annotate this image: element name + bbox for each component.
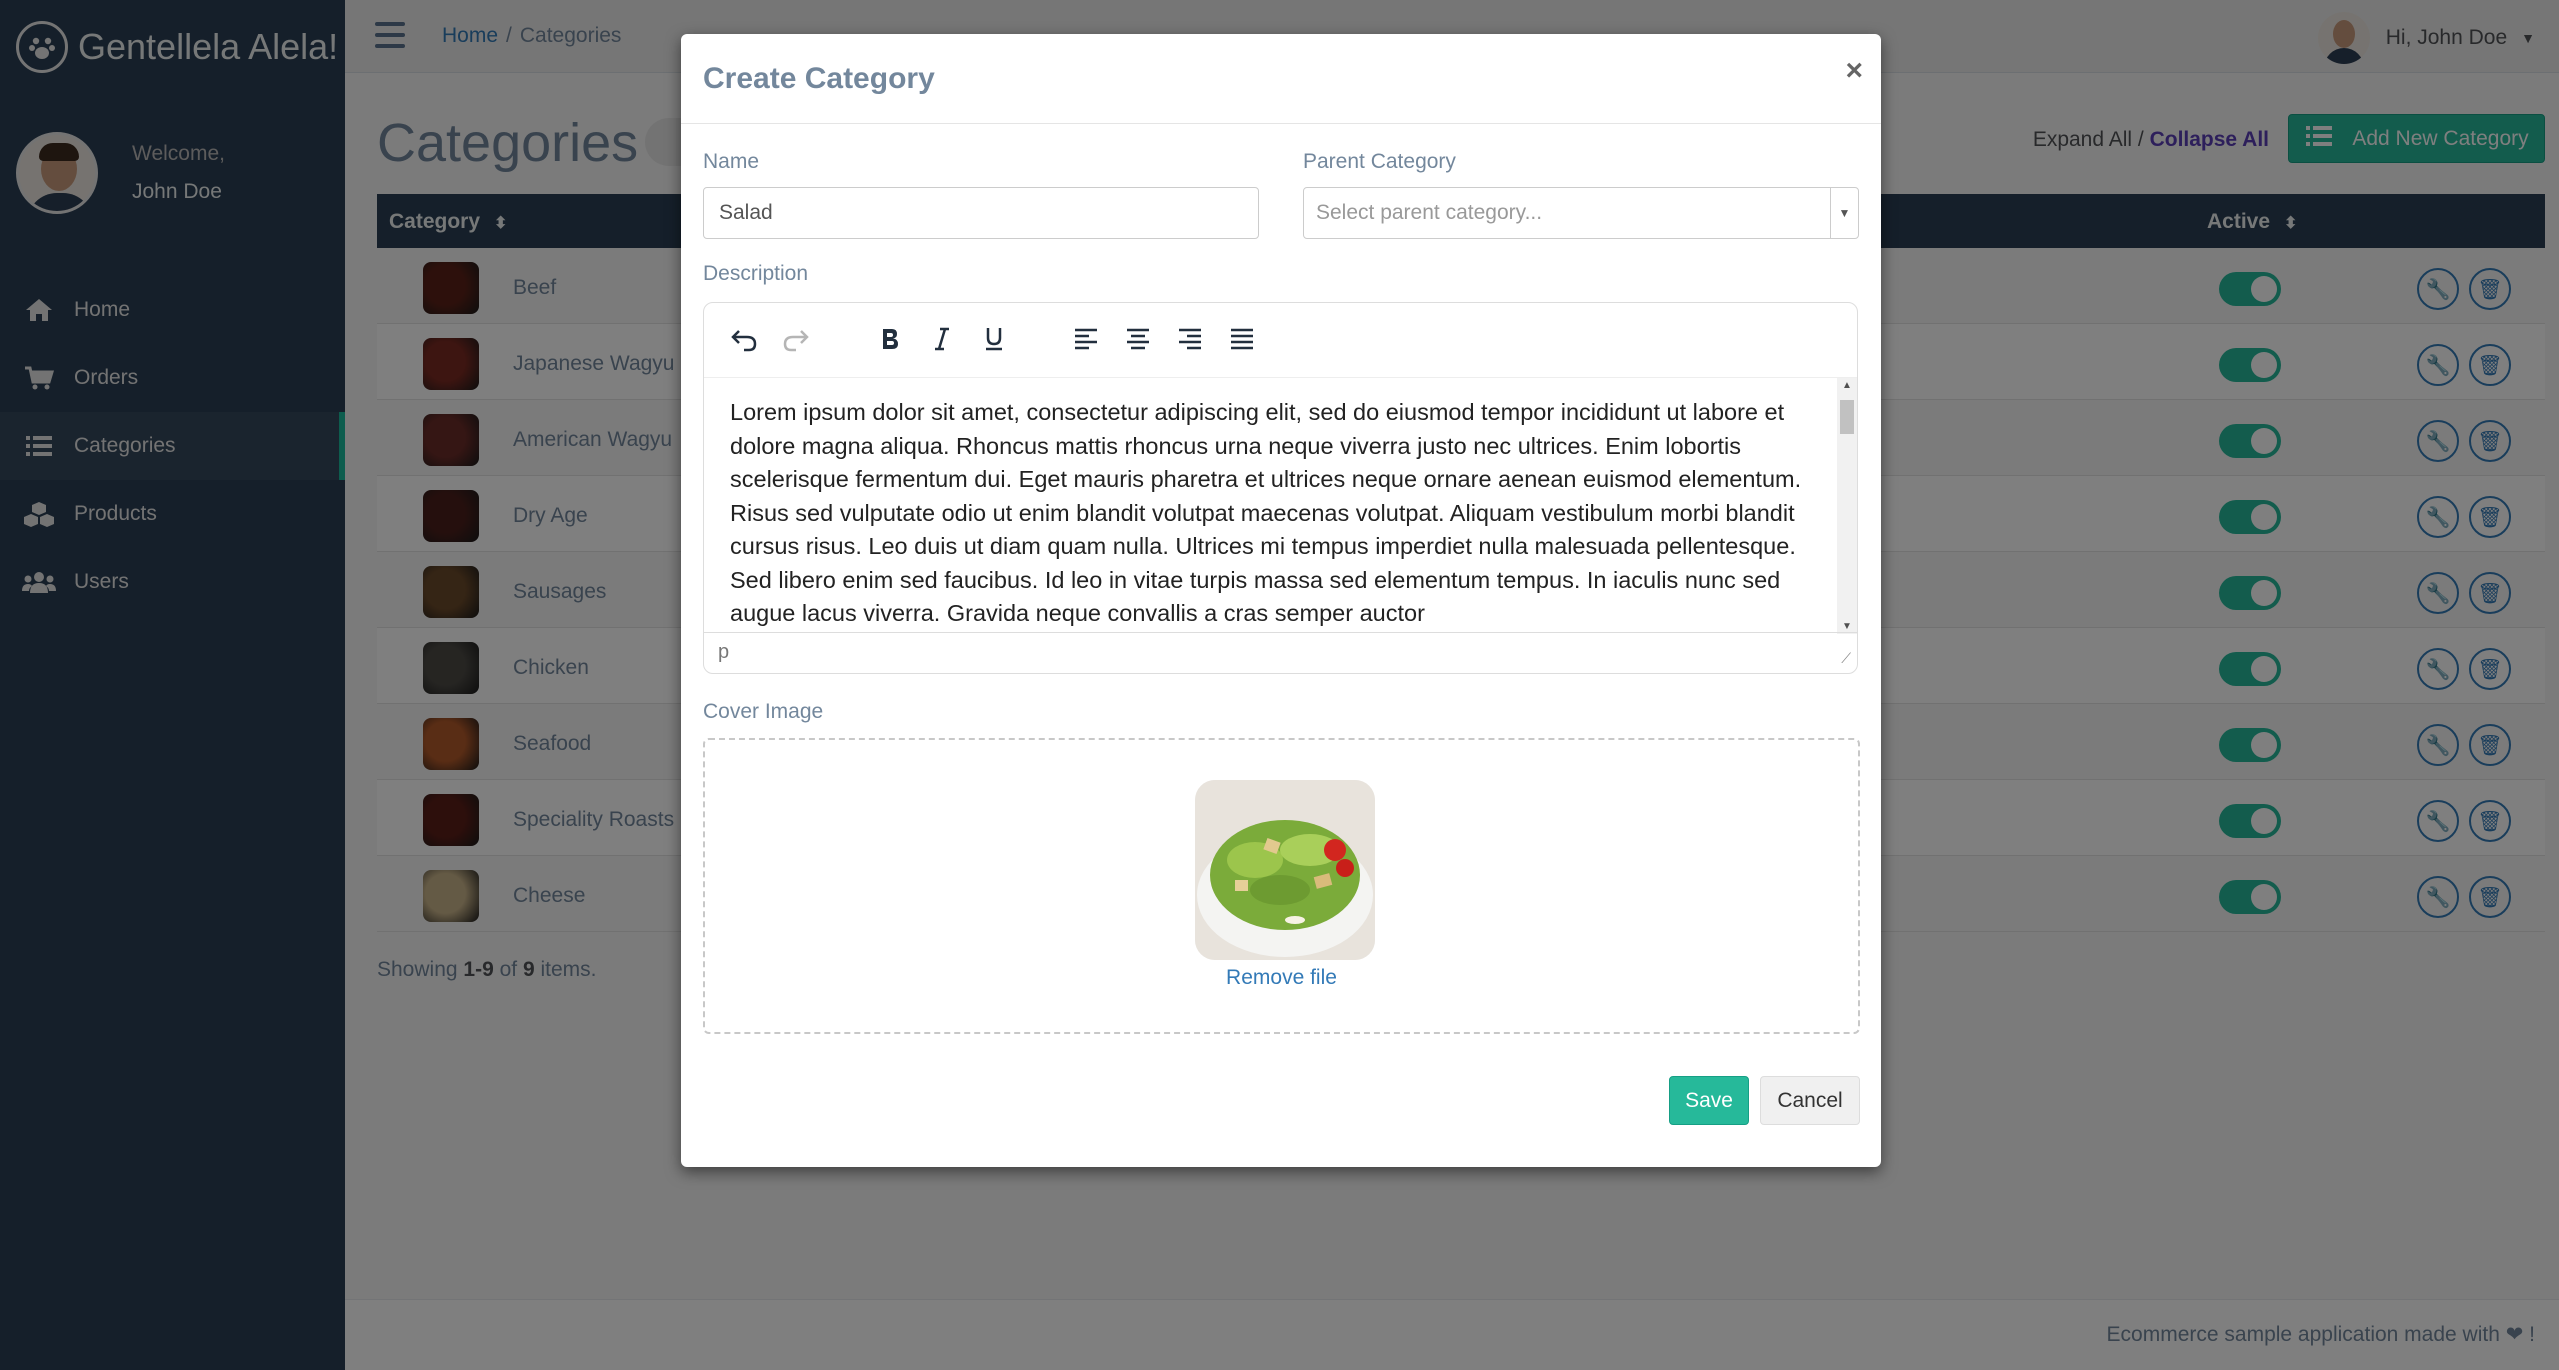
save-button[interactable]: Save bbox=[1669, 1076, 1749, 1125]
cover-image-dropzone[interactable]: Remove file bbox=[703, 738, 1860, 1034]
editor-toolbar bbox=[704, 303, 1857, 378]
parent-category-select[interactable]: Select parent category... ▼ bbox=[1303, 187, 1859, 239]
scroll-up-icon[interactable]: ▲ bbox=[1842, 380, 1852, 391]
align-left-icon[interactable] bbox=[1066, 319, 1106, 359]
editor-statusbar: p ⟋ bbox=[704, 632, 1857, 673]
bold-icon[interactable] bbox=[870, 319, 910, 359]
align-right-icon[interactable] bbox=[1170, 319, 1210, 359]
parent-category-label: Parent Category bbox=[1303, 150, 1456, 173]
align-justify-icon[interactable] bbox=[1222, 319, 1262, 359]
create-category-modal: Create Category × Name Salad Parent Cate… bbox=[681, 34, 1881, 1167]
editor-scrollbar[interactable]: ▲ ▼ bbox=[1837, 378, 1857, 634]
remove-file-link[interactable]: Remove file bbox=[705, 966, 1858, 990]
italic-icon[interactable] bbox=[922, 319, 962, 359]
chevron-down-icon: ▼ bbox=[1830, 188, 1858, 238]
editor-path: p bbox=[718, 641, 730, 663]
resize-handle-icon[interactable]: ⟋ bbox=[1841, 650, 1851, 667]
redo-icon[interactable] bbox=[776, 319, 816, 359]
scroll-down-icon[interactable]: ▼ bbox=[1842, 621, 1852, 632]
undo-icon[interactable] bbox=[724, 319, 764, 359]
name-label: Name bbox=[703, 150, 760, 173]
cover-image-preview bbox=[1195, 780, 1375, 960]
close-icon[interactable]: × bbox=[1845, 54, 1863, 88]
scrollbar-thumb[interactable] bbox=[1840, 400, 1854, 434]
modal-header: Create Category × bbox=[681, 34, 1881, 124]
modal-title: Create Category bbox=[703, 62, 935, 95]
underline-icon[interactable] bbox=[974, 319, 1014, 359]
cancel-button[interactable]: Cancel bbox=[1760, 1076, 1860, 1125]
description-editor: Lorem ipsum dolor sit amet, consectetur … bbox=[703, 302, 1858, 674]
description-label: Description bbox=[703, 262, 809, 285]
align-center-icon[interactable] bbox=[1118, 319, 1158, 359]
description-textarea[interactable]: Lorem ipsum dolor sit amet, consectetur … bbox=[704, 378, 1839, 634]
parent-category-placeholder: Select parent category... bbox=[1316, 201, 1543, 224]
name-input[interactable]: Salad bbox=[703, 187, 1259, 239]
cover-image-label: Cover Image bbox=[703, 700, 824, 723]
